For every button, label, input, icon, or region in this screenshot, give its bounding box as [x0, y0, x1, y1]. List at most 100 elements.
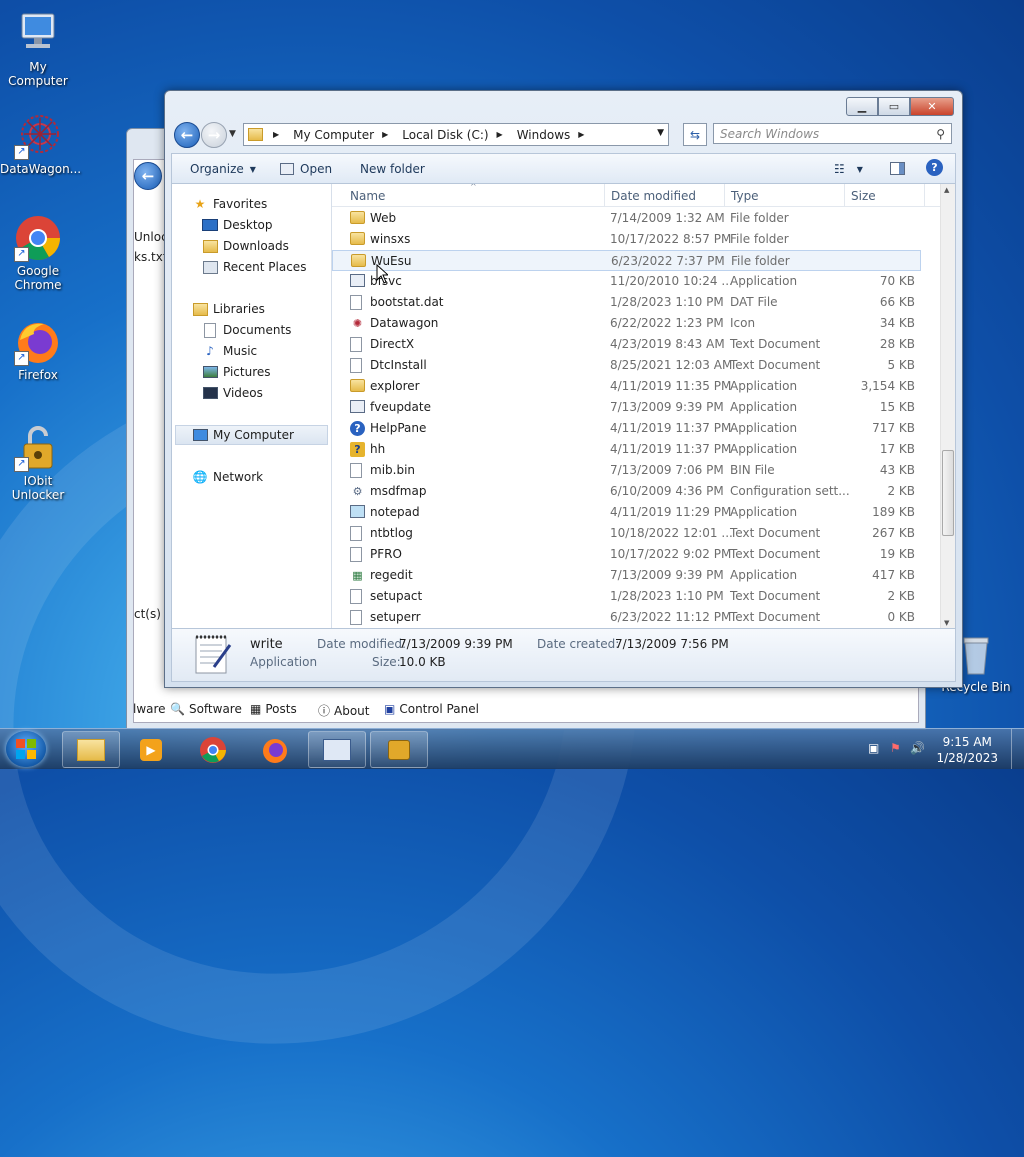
action-center-flag-icon[interactable]: ⚑ [890, 741, 901, 755]
file-size: 717 KB [872, 421, 915, 435]
organize-button[interactable]: Organize ▼ [190, 162, 256, 176]
file-row[interactable]: Web 7/14/2009 1:32 AM File folder [332, 208, 941, 229]
column-header-size[interactable]: Size [851, 189, 876, 203]
file-type: Text Document [730, 337, 821, 351]
close-button[interactable]: ✕ [910, 97, 954, 116]
file-row[interactable]: setuperr 6/23/2022 11:12 PM Text Document 0… [332, 607, 941, 628]
address-bar[interactable]: ▶ My Computer ▶ Local Disk (C:) ▶ Windows ▶… [243, 123, 669, 146]
desktop-icon-firefox[interactable]: ↗ Firefox [0, 318, 76, 382]
search-input[interactable]: Search Windows ⚲ [713, 123, 952, 144]
taskbar: ▶ ▣ ⚑ 🔊 9:15 AM 1/28/2023 [0, 728, 1024, 769]
file-row[interactable]: fveupdate 7/13/2009 9:39 PM Application 15 … [332, 397, 941, 418]
file-row[interactable]: ? HelpPane 4/11/2019 11:37 PM Application 71… [332, 418, 941, 439]
nav-favorites[interactable]: ★ Favorites [192, 194, 268, 214]
file-type: File folder [730, 211, 789, 225]
vertical-scrollbar[interactable]: ▲ ▼ [940, 184, 955, 629]
file-row[interactable]: ? hh 4/11/2019 11:37 PM Application 17 KB [332, 439, 941, 460]
open-button[interactable]: Open [280, 162, 332, 176]
file-row[interactable]: notepad 4/11/2019 11:29 PM Application 189 … [332, 502, 941, 523]
start-button[interactable] [6, 731, 46, 767]
nav-desktop[interactable]: Desktop [202, 215, 273, 235]
nav-my-computer[interactable]: My Computer [192, 425, 294, 445]
file-row[interactable]: ▦ regedit 7/13/2009 9:39 PM Application 417 … [332, 565, 941, 586]
column-header-name[interactable]: Name [350, 189, 385, 203]
file-row[interactable]: setupact 1/28/2023 1:10 PM Text Document 2 … [332, 586, 941, 607]
file-row[interactable]: ntbtlog 10/18/2022 12:01 ... Text Document… [332, 523, 941, 544]
nav-pictures[interactable]: Pictures [202, 362, 271, 382]
quicklink-partial[interactable]: lware [133, 702, 166, 716]
file-row[interactable]: mib.bin 7/13/2009 7:06 PM BIN File 43 KB [332, 460, 941, 481]
view-options-button[interactable]: ☷ ▼ [834, 162, 863, 176]
file-date-modified: 1/28/2023 1:10 PM [610, 295, 724, 309]
nav-recent-places[interactable]: Recent Places [202, 257, 306, 277]
content-area: ★ Favorites Desktop Downloads Recent Plac… [171, 183, 956, 630]
scrollbar-thumb[interactable] [942, 450, 954, 536]
nav-music[interactable]: ♪ Music [202, 341, 257, 361]
search-icon: 🔍 [170, 702, 185, 716]
breadcrumb-my-computer[interactable]: My Computer ▶ [293, 128, 396, 142]
nav-videos[interactable]: Videos [202, 383, 263, 403]
clock-date: 1/28/2023 [936, 751, 998, 765]
desktop-icon-google-chrome[interactable]: ↗ Google Chrome [0, 214, 76, 292]
shortcut-arrow-icon: ↗ [14, 145, 29, 160]
chevron-down-icon: ▼ [249, 164, 256, 174]
taskbar-unlocker-button[interactable] [370, 731, 428, 768]
volume-icon[interactable]: 🔊 [910, 741, 925, 755]
nav-libraries[interactable]: Libraries [192, 299, 265, 319]
quicklink-software[interactable]: 🔍 Software [170, 702, 242, 716]
desktop-icon-my-computer[interactable]: My Computer [0, 10, 76, 88]
nav-downloads[interactable]: Downloads [202, 236, 289, 256]
file-row[interactable]: ⚙ msdfmap 6/10/2009 4:36 PM Configuration s… [332, 481, 941, 502]
back-button[interactable]: ← [174, 122, 200, 148]
unlocker-icon [388, 739, 410, 760]
column-header-date[interactable]: Date modified [611, 189, 696, 203]
file-type: DAT File [730, 295, 778, 309]
refresh-button[interactable]: ⇆ [683, 123, 707, 146]
scroll-down-icon[interactable]: ▼ [944, 619, 949, 627]
file-row[interactable]: DtcInstall 8/25/2021 12:03 AM Text Documen… [332, 355, 941, 376]
taskbar-media-player-button[interactable]: ▶ [122, 731, 180, 768]
file-row[interactable]: bootstat.dat 1/28/2023 1:10 PM DAT File 66 … [332, 292, 941, 313]
breadcrumb-local-disk[interactable]: Local Disk (C:) ▶ [402, 128, 510, 142]
taskbar-chrome-button[interactable] [184, 731, 242, 768]
nav-network[interactable]: 🌐 Network [192, 467, 264, 487]
history-dropdown-icon[interactable]: ▼ [229, 129, 236, 139]
details-date-created: 7/13/2009 7:56 PM [615, 637, 729, 651]
file-row[interactable]: winsxs 10/17/2022 8:57 PM File folder [332, 229, 941, 250]
maximize-button[interactable]: ▭ [878, 97, 910, 116]
quicklink-posts[interactable]: ▦ Posts [250, 702, 297, 716]
minimize-button[interactable]: ▁ [846, 97, 878, 116]
desktop-icon-iobit-unlocker[interactable]: ↗ IObit Unlocker [0, 424, 76, 502]
taskbar-control-panel-button[interactable] [308, 731, 366, 768]
column-header-type[interactable]: Type [731, 189, 759, 203]
scroll-up-icon[interactable]: ▲ [944, 186, 949, 194]
new-folder-button[interactable]: New folder [360, 162, 425, 176]
file-row[interactable]: explorer 4/11/2019 11:35 PM Application 3,1… [332, 376, 941, 397]
details-date-modified: 7/13/2009 9:39 PM [399, 637, 513, 651]
file-size: 19 KB [879, 547, 915, 561]
file-row[interactable]: DirectX 4/23/2019 8:43 AM Text Document 28 … [332, 334, 941, 355]
mouse-cursor [376, 263, 390, 287]
taskbar-explorer-button[interactable] [62, 731, 120, 768]
forward-button[interactable]: → [201, 122, 227, 148]
nav-documents[interactable]: Documents [202, 320, 291, 340]
breadcrumb-windows[interactable]: Windows ▶ [517, 128, 593, 142]
file-row[interactable]: PFRO 10/17/2022 9:02 PM Text Document 19 KB [332, 544, 941, 565]
taskbar-firefox-button[interactable] [246, 731, 304, 768]
explorer-window[interactable]: ▁ ▭ ✕ ← → ▼ ▶ My Computer ▶ Local Disk (C… [164, 90, 963, 688]
address-dropdown-icon[interactable]: ▼ [657, 128, 664, 138]
file-date-modified: 4/23/2019 8:43 AM [610, 337, 725, 351]
quicklink-about[interactable]: ⓘ About [318, 702, 370, 719]
preview-pane-button[interactable] [890, 162, 905, 175]
desktop-icon-datawagon[interactable]: ↗ DataWagon... [0, 112, 81, 176]
help-button[interactable]: ? [926, 159, 943, 176]
background-back-button[interactable]: ← [134, 162, 162, 190]
show-desktop-button[interactable] [1011, 729, 1024, 769]
file-row[interactable]: bfsvc11/20/2010 10:24 ...Application70 K… [332, 271, 941, 292]
clock[interactable]: 9:15 AM 1/28/2023 [936, 734, 998, 766]
file-row-hovered[interactable]: WuEsu 6/23/2022 7:37 PM File folder [332, 250, 921, 271]
file-row[interactable]: ✺ Datawagon 6/22/2022 1:23 PM Icon 34 KB [332, 313, 941, 334]
quicklink-control-panel[interactable]: ▣ Control Panel [384, 702, 479, 716]
network-tray-icon[interactable]: ▣ [868, 741, 879, 755]
firefox-icon: ↗ [14, 318, 62, 366]
